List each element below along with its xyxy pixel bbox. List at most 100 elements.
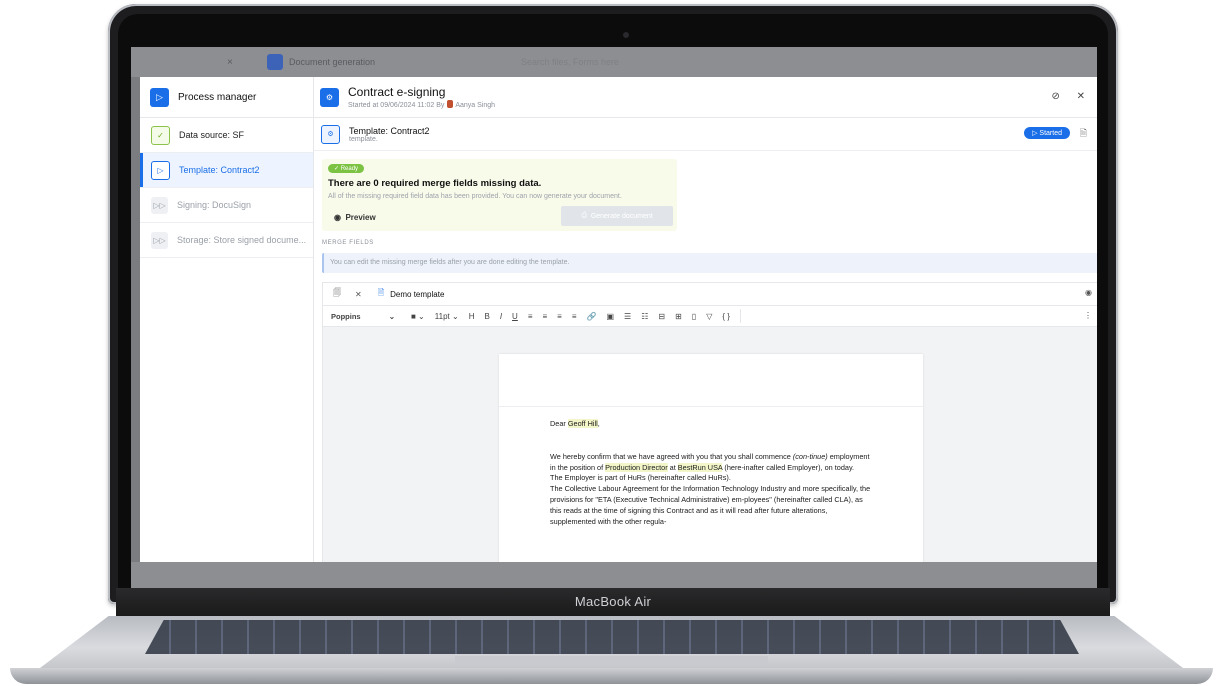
columns-icon[interactable]: ▯ (692, 312, 696, 321)
editor-toolbar: Poppins ⌄ ■ ⌄ 11pt ⌄ H B I U ≡ ≡ ≡ ≡ 🔗 ▣… (323, 306, 1097, 327)
user-name: Aanya Singh (455, 102, 496, 109)
ready-badge: ✓ Ready (328, 164, 365, 173)
process-subtitle: Started at 09/06/2024 11:02 By Aanya Sin… (348, 100, 495, 109)
document-icon: 🗎 (377, 288, 385, 297)
sidebar-step-template[interactable]: ▷ Template: Contract2 (140, 153, 313, 188)
preview-button[interactable]: ◉ Preview (334, 213, 376, 222)
font-select[interactable]: Poppins ⌄ (331, 312, 401, 321)
ready-card: ✓ Ready There are 0 required merge field… (322, 159, 677, 231)
ready-title: There are 0 required merge fields missin… (328, 178, 542, 189)
camera-icon (623, 32, 629, 38)
paragraph-2: The Employer is part of HuRs (hereinafte… (550, 473, 731, 483)
image-icon[interactable]: ▣ (606, 312, 614, 321)
merge-field-company[interactable]: BestRun USA (677, 462, 723, 472)
greeting-line: Dear Geoff Hill, (550, 419, 873, 430)
template-title: Template: Contract2 (349, 125, 430, 136)
color-select[interactable]: ■ ⌄ (411, 312, 425, 321)
p1-text: at (667, 462, 678, 472)
status-badge: ▷ Started (1024, 127, 1070, 139)
sidebar-step-data-source[interactable]: ✓ Data source: SF (140, 118, 313, 153)
template-subtitle: template. (349, 135, 378, 143)
p1-italic: (con-tinue) (792, 451, 828, 461)
play-icon: ▷ (151, 160, 170, 180)
ready-description: All of the missing required field data h… (328, 193, 622, 200)
step-label: Data source: SF (179, 130, 245, 140)
merge-field-position[interactable]: Production Director (605, 462, 668, 472)
link-icon[interactable]: 🔗 (587, 312, 597, 321)
sidebar-step-signing[interactable]: ▷▷ Signing: DocuSign (140, 188, 313, 223)
eye-icon[interactable]: ◉ (1085, 288, 1092, 297)
template-row: ⚙ Template: Contract2 template. ▷ Starte… (314, 118, 1097, 151)
bold-button[interactable]: B (484, 312, 489, 321)
laptop-base (10, 668, 1213, 684)
chevron-down-icon: ⌄ (388, 311, 395, 321)
font-size-value: 11pt (434, 311, 450, 321)
step-label: Storage: Store signed docume... (177, 235, 307, 245)
template-icon: ⚙ (321, 124, 340, 144)
bullet-list-icon[interactable]: ☰ (624, 312, 631, 321)
code-icon[interactable]: { } (722, 312, 730, 321)
merge-field-name[interactable]: Geoff Hill (567, 419, 598, 428)
filter-icon[interactable]: ▽ (706, 312, 712, 321)
eye-icon: ◉ (334, 213, 341, 222)
keyboard (145, 620, 1079, 654)
started-at-text: Started at 09/06/2024 11:02 By (348, 102, 445, 109)
background-app-bar: × Document generation Search files, Form… (131, 47, 1097, 77)
align-left-button[interactable]: ≡ (528, 312, 533, 321)
close-icon[interactable]: ✕ (1077, 91, 1085, 102)
paragraph-3: The Collective Labour Agreement for the … (550, 484, 871, 526)
fast-forward-icon: ▷▷ (151, 231, 168, 249)
align-justify-button[interactable]: ≡ (572, 312, 577, 321)
background-app-icon (267, 54, 283, 70)
underline-button[interactable]: U (512, 312, 518, 321)
device-label: MacBook Air (116, 588, 1110, 616)
play-icon: ▷ (150, 87, 169, 107)
more-options-icon[interactable]: ⋮ (1084, 311, 1092, 320)
generate-document-button[interactable]: ⎙ Generate document (561, 206, 673, 226)
align-center-button[interactable]: ≡ (543, 312, 548, 321)
process-manager-title: Process manager (178, 91, 257, 103)
check-icon: ✓ (151, 125, 170, 145)
page-header-area (499, 354, 923, 407)
avatar (447, 100, 454, 108)
font-value: Poppins (331, 311, 361, 321)
italic-button[interactable]: I (500, 312, 502, 321)
background-app-title: Document generation (289, 57, 376, 67)
greeting-prefix: Dear (550, 419, 566, 428)
fast-forward-icon: ▷▷ (151, 196, 168, 214)
editor-tabbar: 🗐 ✕ 🗎 Demo template ◉ (323, 283, 1097, 306)
tab-demo-template[interactable]: Demo template (390, 290, 444, 299)
heading-button[interactable]: H (469, 312, 475, 321)
document-page[interactable]: Dear Geoff Hill, We hereby confirm that … (499, 354, 923, 562)
trackpad (455, 656, 768, 666)
table-icon[interactable]: ⊞ (675, 312, 682, 321)
sidebar-step-storage[interactable]: ▷▷ Storage: Store signed docume... (140, 223, 313, 258)
preview-label: Preview (345, 213, 376, 222)
process-manager-header: ▷ Process manager (140, 77, 313, 118)
process-sidebar: ▷ Process manager ✓ Data source: SF ▷ Te… (140, 77, 314, 562)
merge-fields-info: You can edit the missing merge fields af… (322, 253, 1097, 273)
background-close-icon: × (227, 57, 233, 68)
background-search: Search files, Forms here (521, 57, 620, 67)
process-header: ⚙ Contract e-signing Started at 09/06/20… (314, 77, 1097, 118)
close-tab-icon[interactable]: ✕ (355, 290, 362, 299)
process-title: Contract e-signing (348, 85, 446, 99)
template-editor: 🗐 ✕ 🗎 Demo template ◉ Poppins ⌄ ■ ⌄ 11pt… (322, 282, 1097, 562)
p1-text: We hereby confirm that we have agreed wi… (550, 451, 793, 461)
p1-text: (here-inafter called Employer), on today… (722, 462, 855, 472)
document-icon[interactable]: 🗎 (1080, 126, 1087, 142)
cancel-process-icon[interactable]: ⊘ (1051, 91, 1059, 102)
merge-fields-label: MERGE FIELDS (322, 240, 374, 246)
page-break-icon[interactable]: ⊟ (658, 312, 665, 321)
greeting-suffix: , (597, 419, 600, 428)
align-right-button[interactable]: ≡ (557, 312, 562, 321)
document-body: Dear Geoff Hill, We hereby confirm that … (499, 407, 923, 527)
numbered-list-icon[interactable]: ☷ (641, 312, 648, 321)
file-icon[interactable]: 🗐 (333, 287, 341, 301)
generate-icon: ⎙ (581, 212, 587, 219)
step-label: Signing: DocuSign (177, 200, 252, 210)
paragraph-1: We hereby confirm that we have agreed wi… (550, 452, 873, 474)
workflow-icon: ⚙ (320, 87, 339, 107)
font-size-select[interactable]: 11pt ⌄ (435, 312, 459, 321)
toolbar-divider (739, 309, 741, 323)
